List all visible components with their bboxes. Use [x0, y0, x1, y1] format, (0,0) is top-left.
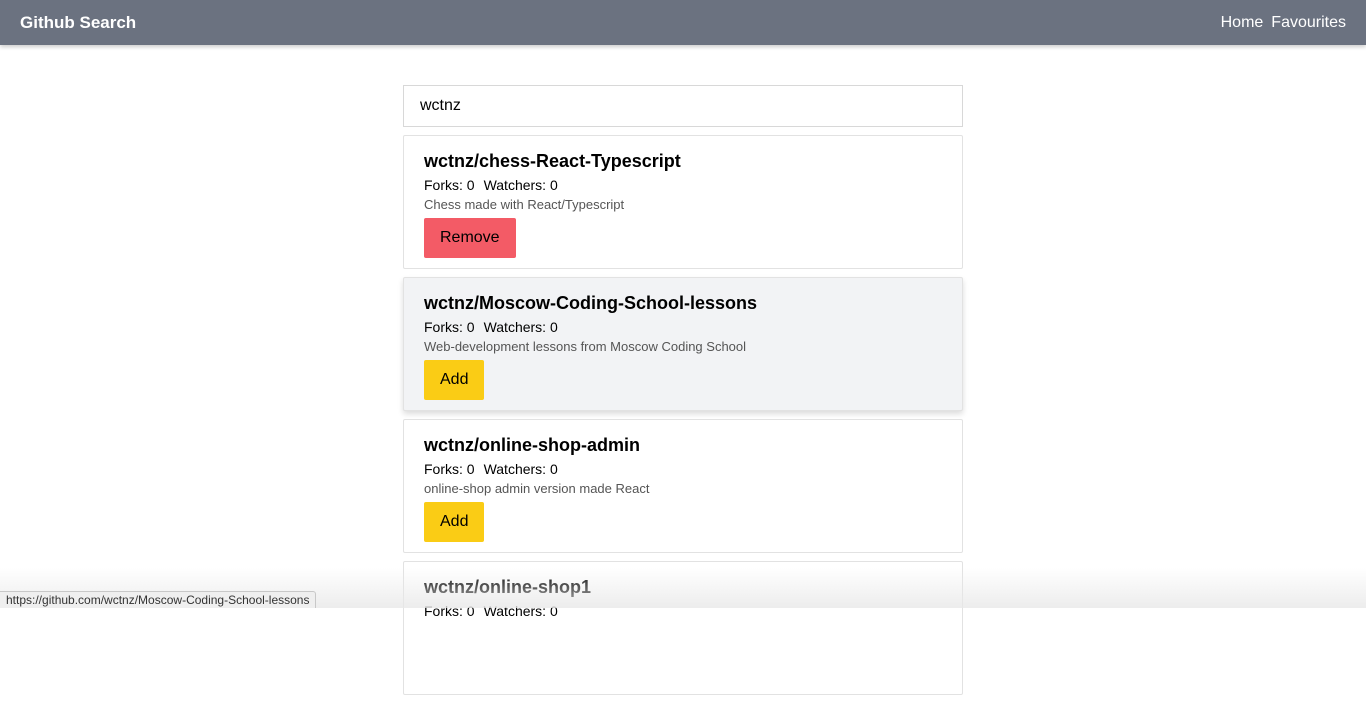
repo-name: wctnz/online-shop-admin [424, 435, 640, 455]
repo-stats: Forks: 0 Watchers: 0 [424, 460, 942, 478]
repo-description: Chess made with React/Typescript [424, 197, 625, 212]
repo-card[interactable]: wctnz/Moscow-Coding-School-lessons Forks… [403, 277, 963, 411]
navbar: Github Search Home Favourites [0, 0, 1366, 45]
watchers-count: Watchers: 0 [483, 603, 558, 619]
forks-count: Forks: 0 [424, 319, 475, 335]
forks-count: Forks: 0 [424, 177, 475, 193]
forks-count: Forks: 0 [424, 461, 475, 477]
watchers-count: Watchers: 0 [483, 177, 558, 193]
nav-links: Home Favourites [1221, 14, 1346, 32]
repo-card[interactable]: wctnz/chess-React-Typescript Forks: 0 Wa… [403, 135, 963, 269]
add-button[interactable]: Add [424, 502, 485, 542]
brand-title: Github Search [20, 12, 137, 32]
repo-stats: Forks: 0 Watchers: 0 [424, 602, 942, 620]
repo-stats: Forks: 0 Watchers: 0 [424, 318, 942, 336]
repo-name: wctnz/online-shop1 [424, 577, 592, 597]
add-button[interactable]: Add [424, 360, 485, 400]
nav-home-link[interactable]: Home [1221, 14, 1264, 32]
search-input[interactable] [403, 85, 963, 127]
forks-count: Forks: 0 [424, 603, 475, 619]
watchers-count: Watchers: 0 [483, 319, 558, 335]
repo-card[interactable]: wctnz/online-shop-admin Forks: 0 Watcher… [403, 419, 963, 553]
browser-status-bar: https://github.com/wctnz/Moscow-Coding-S… [0, 591, 317, 608]
main-content: wctnz/chess-React-Typescript Forks: 0 Wa… [403, 85, 963, 703]
remove-button[interactable]: Remove [424, 218, 516, 258]
watchers-count: Watchers: 0 [483, 461, 558, 477]
nav-favourites-link[interactable]: Favourites [1271, 14, 1346, 32]
repo-name: wctnz/Moscow-Coding-School-lessons [424, 293, 758, 313]
repo-name: wctnz/chess-React-Typescript [424, 151, 681, 171]
repo-stats: Forks: 0 Watchers: 0 [424, 176, 942, 194]
repo-list: wctnz/chess-React-Typescript Forks: 0 Wa… [403, 135, 963, 695]
repo-description: online-shop admin version made React [424, 481, 650, 496]
repo-card[interactable]: wctnz/online-shop1 Forks: 0 Watchers: 0 [403, 561, 963, 695]
repo-description: Web-development lessons from Moscow Codi… [424, 339, 747, 354]
